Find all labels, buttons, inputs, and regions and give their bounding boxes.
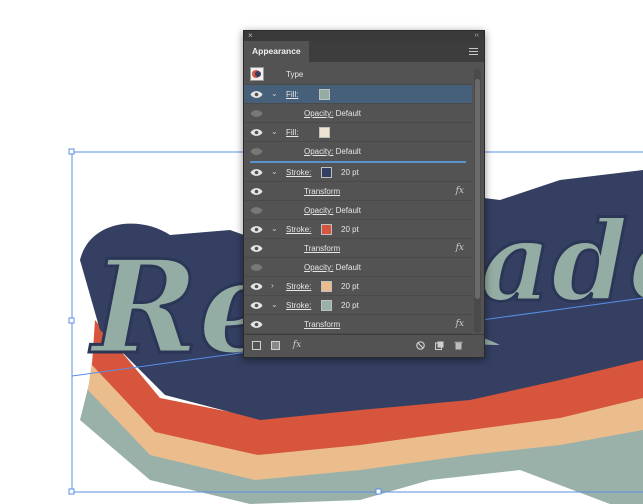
transform-effect-label[interactable]: Transform — [304, 182, 340, 201]
visibility-eye-icon[interactable] — [250, 128, 263, 137]
panel-footer-toolbar: fx — [244, 334, 484, 357]
stroke-weight-value[interactable]: 20 pt — [341, 220, 359, 239]
panel-close-icon[interactable]: × — [248, 31, 253, 41]
expand-chevron-icon[interactable]: ⌄ — [271, 88, 278, 100]
clear-appearance-icon[interactable] — [416, 341, 425, 350]
stroke-weight-value[interactable]: 20 pt — [341, 163, 359, 182]
panel-menu-icon[interactable] — [469, 46, 478, 55]
stroke-row-1[interactable]: ⌄ Stroke: 20 pt — [244, 163, 472, 182]
stroke-label[interactable]: Stroke: — [286, 296, 311, 315]
stroke-row-2[interactable]: ⌄ Stroke: 20 pt — [244, 220, 472, 239]
opacity-label[interactable]: Opacity: Default — [304, 142, 361, 161]
fill-row-1[interactable]: ⌄ Fill: — [244, 85, 472, 104]
opacity-row-1[interactable]: Opacity: Default — [244, 104, 472, 123]
panel-scrollbar[interactable] — [474, 69, 481, 333]
fill-swatch[interactable] — [319, 127, 330, 138]
opacity-label[interactable]: Opacity: Default — [304, 258, 361, 277]
visibility-eye-icon[interactable] — [250, 206, 263, 215]
collapse-chevron-icon[interactable]: › — [271, 280, 274, 292]
duplicate-item-icon[interactable] — [435, 341, 444, 350]
expand-chevron-icon[interactable]: ⌄ — [271, 223, 278, 235]
stroke-swatch[interactable] — [321, 281, 332, 292]
fill-label[interactable]: Fill: — [286, 85, 298, 104]
appearance-attribute-list: Type ⌄ Fill: Opacity: Default ⌄ Fill: Op… — [244, 64, 472, 335]
visibility-eye-icon[interactable] — [250, 263, 263, 272]
visibility-eye-icon[interactable] — [250, 109, 263, 118]
stroke-swatch[interactable] — [321, 167, 332, 178]
visibility-eye-icon[interactable] — [250, 187, 263, 196]
fx-icon[interactable]: fx — [456, 315, 464, 334]
stroke-label[interactable]: Stroke: — [286, 220, 311, 239]
stroke-weight-value[interactable]: 20 pt — [341, 296, 359, 315]
stroke-swatch[interactable] — [321, 224, 332, 235]
fx-icon[interactable]: fx — [456, 239, 464, 258]
stroke-weight-value[interactable]: 20 pt — [341, 277, 359, 296]
appearance-header-row[interactable]: Type — [244, 64, 472, 85]
visibility-eye-icon[interactable] — [250, 282, 263, 291]
add-stroke-icon[interactable] — [252, 341, 261, 350]
panel-titlebar[interactable]: × ‹‹ — [244, 31, 484, 41]
appearance-panel[interactable]: × ‹‹ Appearance Type ⌄ Fill: Opacity: De… — [243, 30, 485, 358]
transform-row-3[interactable]: Transform fx — [244, 315, 472, 334]
opacity-row-4[interactable]: Opacity: Default — [244, 258, 472, 277]
panel-collapse-icon[interactable]: ‹‹ — [474, 31, 479, 41]
fill-row-2[interactable]: ⌄ Fill: — [244, 123, 472, 142]
opacity-row-3[interactable]: Opacity: Default — [244, 201, 472, 220]
add-fill-icon[interactable] — [271, 341, 280, 350]
expand-chevron-icon[interactable]: ⌄ — [271, 126, 278, 138]
transform-effect-label[interactable]: Transform — [304, 239, 340, 258]
expand-chevron-icon[interactable]: ⌄ — [271, 166, 278, 178]
add-effect-icon[interactable]: fx — [290, 341, 304, 350]
transform-effect-label[interactable]: Transform — [304, 315, 340, 334]
stroke-row-4[interactable]: ⌄ Stroke: 20 pt — [244, 296, 472, 315]
fill-label[interactable]: Fill: — [286, 123, 298, 142]
visibility-eye-icon[interactable] — [250, 90, 263, 99]
opacity-label[interactable]: Opacity: Default — [304, 201, 361, 220]
visibility-eye-icon[interactable] — [250, 320, 263, 329]
scrollbar-thumb[interactable] — [475, 79, 480, 299]
stroke-row-3[interactable]: › Stroke: 20 pt — [244, 277, 472, 296]
fx-icon[interactable]: fx — [456, 182, 464, 201]
opacity-row-2[interactable]: Opacity: Default — [244, 142, 472, 161]
header-type-label: Type — [286, 70, 304, 79]
type-thumbnail-icon — [250, 67, 264, 81]
expand-chevron-icon[interactable]: ⌄ — [271, 299, 278, 311]
visibility-eye-icon[interactable] — [250, 147, 263, 156]
transform-row-2[interactable]: Transform fx — [244, 239, 472, 258]
transform-row-1[interactable]: Transform fx — [244, 182, 472, 201]
stroke-swatch[interactable] — [321, 300, 332, 311]
tab-appearance[interactable]: Appearance — [244, 41, 309, 62]
visibility-eye-icon[interactable] — [250, 168, 263, 177]
opacity-label[interactable]: Opacity: Default — [304, 104, 361, 123]
delete-item-icon[interactable] — [454, 341, 463, 350]
visibility-eye-icon[interactable] — [250, 225, 263, 234]
visibility-eye-icon[interactable] — [250, 301, 263, 310]
stroke-label[interactable]: Stroke: — [286, 277, 311, 296]
fill-swatch[interactable] — [319, 89, 330, 100]
visibility-eye-icon[interactable] — [250, 244, 263, 253]
artwork-text-right: ade — [480, 197, 643, 326]
stroke-label[interactable]: Stroke: — [286, 163, 311, 182]
panel-tab-row: Appearance — [244, 41, 484, 62]
